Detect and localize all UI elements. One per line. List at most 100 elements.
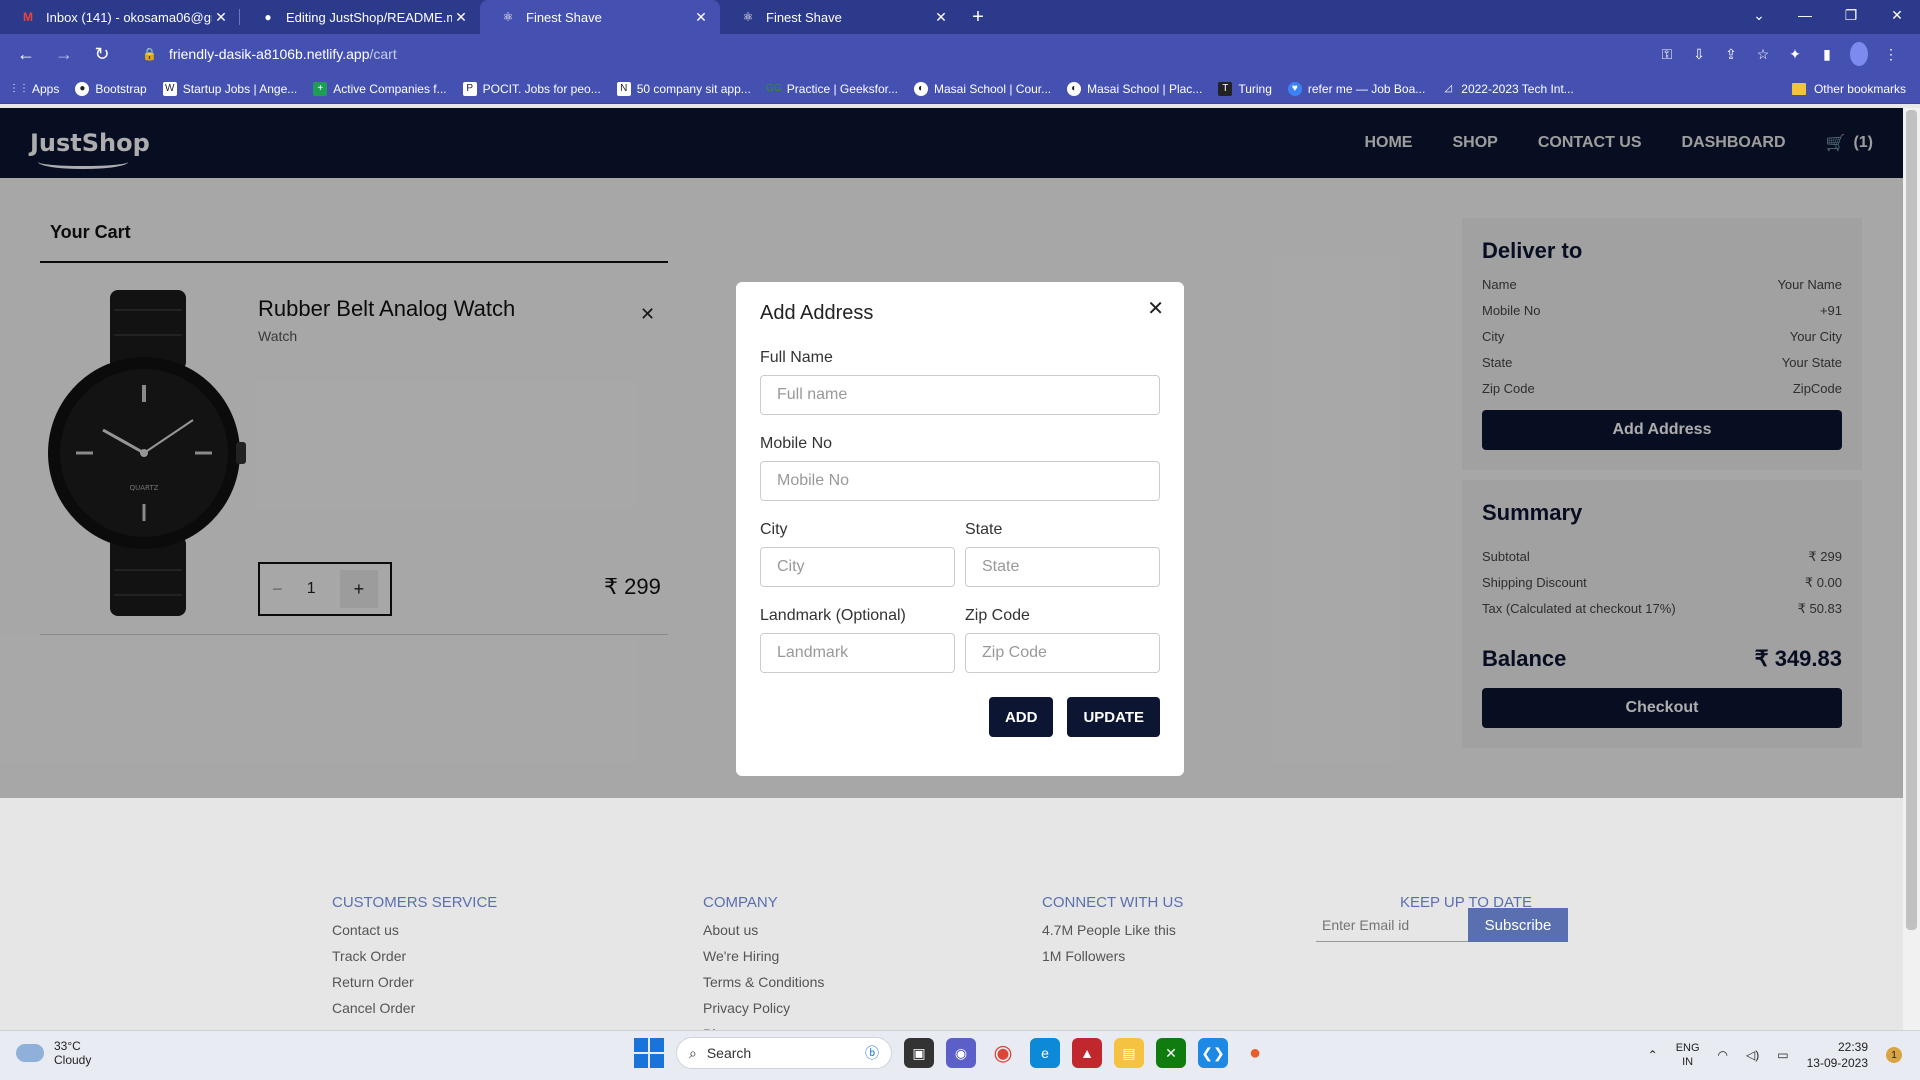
- bookmark-item[interactable]: T Turing: [1218, 81, 1272, 96]
- state-input[interactable]: State: [965, 547, 1160, 587]
- close-icon[interactable]: ✕: [212, 9, 230, 26]
- forward-icon[interactable]: →: [48, 38, 80, 70]
- profile-avatar[interactable]: [1850, 42, 1868, 66]
- paint-icon[interactable]: ●: [1240, 1038, 1270, 1068]
- footer-link[interactable]: 4.7M People Like this: [1042, 917, 1183, 943]
- apps-grid-icon: ⋮⋮: [9, 83, 29, 94]
- taskbar-search[interactable]: ⌕ Search ⓑ: [676, 1037, 892, 1069]
- github-icon: ●: [264, 10, 272, 24]
- add-address-modal: Add Address ✕ Full Name Full name Mobile…: [736, 282, 1184, 776]
- task-view-icon[interactable]: ▣: [904, 1038, 934, 1068]
- language-indicator[interactable]: ENG IN: [1676, 1041, 1700, 1069]
- menu-icon[interactable]: ⋮: [1882, 46, 1900, 63]
- tab-search-icon[interactable]: ⌄: [1736, 0, 1782, 30]
- xbox-icon[interactable]: ✕: [1156, 1038, 1186, 1068]
- windows-taskbar: 33°C Cloudy ⌕ Search ⓑ ▣ ◉ ◉ e ▲ ▤ ✕ ❮❯ …: [0, 1030, 1920, 1080]
- close-icon[interactable]: ✕: [1147, 296, 1164, 321]
- tab-finest-shave-active[interactable]: ⚛ Finest Shave ✕: [480, 0, 720, 34]
- vscode-icon[interactable]: ❮❯: [1198, 1038, 1228, 1068]
- zip-input[interactable]: Zip Code: [965, 633, 1160, 673]
- close-icon[interactable]: ✕: [932, 9, 950, 26]
- footer-link[interactable]: 1M Followers: [1042, 943, 1183, 969]
- bookmark-item[interactable]: + Active Companies f...: [313, 81, 447, 96]
- back-icon[interactable]: ←: [10, 38, 42, 70]
- address-bar[interactable]: 🔒 friendly-dasik-a8106b.netlify.app/cart: [132, 39, 1658, 69]
- state-label: State: [965, 521, 1003, 538]
- github-icon: ●: [75, 81, 90, 96]
- add-button[interactable]: ADD: [988, 697, 1054, 737]
- site-footer: CUSTOMERS SERVICE Contact us Track Order…: [0, 798, 1903, 1030]
- bookmark-item[interactable]: ⋮⋮ Apps: [9, 82, 59, 96]
- chrome-icon[interactable]: ◉: [988, 1038, 1018, 1068]
- tab-gmail[interactable]: M Inbox (141) - okosama06@gmail ✕: [0, 0, 240, 34]
- bookmark-item[interactable]: ● Bootstrap: [75, 81, 147, 96]
- gmail-icon: M: [23, 10, 33, 24]
- footer-link[interactable]: Track Order: [332, 943, 497, 969]
- subscribe-button[interactable]: Subscribe: [1468, 908, 1568, 942]
- teams-icon[interactable]: ◉: [946, 1038, 976, 1068]
- footer-connect: CONNECT WITH US 4.7M People Like this 1M…: [1042, 894, 1183, 969]
- other-bookmarks[interactable]: Other bookmarks: [1791, 82, 1906, 96]
- file-explorer-icon[interactable]: ▤: [1114, 1038, 1144, 1068]
- footer-link[interactable]: We're Hiring: [703, 943, 824, 969]
- notification-badge[interactable]: 1: [1886, 1047, 1902, 1063]
- chevron-up-icon[interactable]: ⌃: [1648, 1048, 1658, 1062]
- install-icon[interactable]: ⇩: [1690, 46, 1708, 63]
- bookmark-item[interactable]: ◐ Masai School | Cour...: [913, 81, 1051, 96]
- landmark-input[interactable]: Landmark: [760, 633, 955, 673]
- restore-button[interactable]: ❐: [1828, 0, 1874, 30]
- footer-link[interactable]: Terms & Conditions: [703, 969, 824, 995]
- pocit-icon: P: [462, 81, 477, 96]
- footer-link[interactable]: Privacy Policy: [703, 995, 824, 1021]
- web-page: JustShop HOME SHOP CONTACT US DASHBOARD …: [0, 108, 1903, 1030]
- tab-finest-shave[interactable]: ⚛ Finest Shave ✕: [720, 0, 960, 34]
- start-button[interactable]: [634, 1038, 664, 1068]
- bookmark-item[interactable]: P POCIT. Jobs for peo...: [462, 81, 601, 96]
- lock-icon: 🔒: [142, 47, 157, 61]
- mobile-input[interactable]: Mobile No: [760, 461, 1160, 501]
- battery-icon[interactable]: ▭: [1777, 1048, 1788, 1062]
- footer-customers: CUSTOMERS SERVICE Contact us Track Order…: [332, 894, 497, 1021]
- edge-icon[interactable]: e: [1030, 1038, 1060, 1068]
- full-name-input[interactable]: Full name: [760, 375, 1160, 415]
- page-scrollbar[interactable]: [1903, 108, 1920, 1030]
- system-tray: ⌃ ENG IN ◠ ◁) ▭ 22:39 13-09-2023 1: [1648, 1039, 1902, 1071]
- footer-link[interactable]: Blog: [703, 1021, 824, 1030]
- bookmark-item[interactable]: ◿ 2022-2023 Tech Int...: [1441, 82, 1573, 96]
- bookmark-item[interactable]: ◐ Masai School | Plac...: [1067, 81, 1202, 96]
- window-controls: ⌄ — ❐ ✕: [1736, 0, 1920, 34]
- weather-widget[interactable]: 33°C Cloudy: [16, 1039, 91, 1067]
- new-tab-button[interactable]: +: [960, 0, 996, 34]
- extensions-icon[interactable]: ✦: [1786, 46, 1804, 63]
- email-input[interactable]: [1316, 908, 1468, 942]
- url-host: friendly-dasik-a8106b.netlify.app: [168, 46, 370, 62]
- key-icon[interactable]: ⚿: [1658, 46, 1676, 63]
- tab-github[interactable]: ● Editing JustShop/README.md at ✕: [240, 0, 480, 34]
- chart-icon: ◿: [1444, 83, 1453, 94]
- minimize-button[interactable]: —: [1782, 0, 1828, 30]
- volume-icon[interactable]: ◁): [1746, 1048, 1759, 1062]
- bookmark-item[interactable]: W Startup Jobs | Ange...: [162, 81, 297, 96]
- footer-link[interactable]: Contact us: [332, 917, 497, 943]
- bookmark-item[interactable]: ♥ refer me — Job Boa...: [1287, 81, 1425, 96]
- footer-link[interactable]: Return Order: [332, 969, 497, 995]
- react-icon: ⚛: [502, 10, 514, 24]
- close-icon[interactable]: ✕: [452, 9, 470, 26]
- footer-link[interactable]: About us: [703, 917, 824, 943]
- app-red-icon[interactable]: ▲: [1072, 1038, 1102, 1068]
- share-icon[interactable]: ⇪: [1722, 46, 1740, 63]
- masai-icon: ◐: [1067, 81, 1082, 96]
- bookmark-item[interactable]: N 50 company sit app...: [616, 81, 751, 96]
- bookmark-item[interactable]: GG Practice | Geeksfor...: [766, 82, 898, 96]
- reload-icon[interactable]: ↻: [86, 38, 118, 70]
- update-button[interactable]: UPDATE: [1067, 697, 1160, 737]
- browser-toolbar: ← → ↻ 🔒 friendly-dasik-a8106b.netlify.ap…: [0, 34, 1920, 74]
- close-icon[interactable]: ✕: [692, 9, 710, 26]
- footer-link[interactable]: Cancel Order: [332, 995, 497, 1021]
- wifi-icon[interactable]: ◠: [1718, 1048, 1728, 1062]
- sidepanel-icon[interactable]: ▮: [1818, 46, 1836, 63]
- close-window-button[interactable]: ✕: [1874, 0, 1920, 30]
- star-icon[interactable]: ☆: [1754, 46, 1772, 63]
- clock[interactable]: 22:39 13-09-2023: [1807, 1039, 1868, 1071]
- city-input[interactable]: City: [760, 547, 955, 587]
